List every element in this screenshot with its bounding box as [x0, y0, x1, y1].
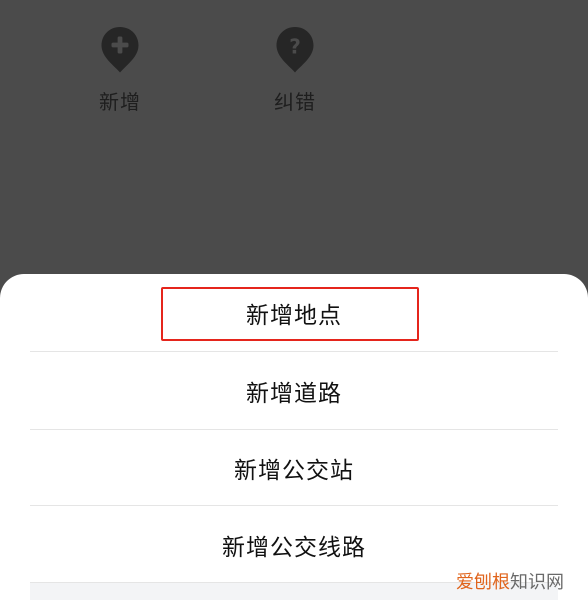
add-action[interactable]: 新增 — [75, 26, 165, 115]
menu-item-add-place[interactable]: 新增地点 — [30, 274, 558, 351]
help-location-pin-icon: ? — [276, 27, 314, 73]
watermark-brand: 爱刨根 — [456, 572, 510, 593]
menu-item-add-road[interactable]: 新增道路 — [30, 352, 558, 429]
menu-item-add-bus-stop[interactable]: 新增公交站 — [30, 429, 558, 506]
correction-action[interactable]: ? 纠错 — [250, 26, 340, 115]
correction-action-label: 纠错 — [274, 90, 316, 114]
watermark-site: 知识网 — [510, 572, 564, 593]
watermark: 爱刨根知识网 — [456, 568, 564, 594]
add-location-pin-icon — [101, 27, 139, 73]
action-sheet: 新增地点 新增道路 新增公交站 新增公交线路 — [0, 274, 588, 600]
svg-text:?: ? — [289, 35, 301, 59]
add-action-label: 新增 — [99, 90, 141, 114]
